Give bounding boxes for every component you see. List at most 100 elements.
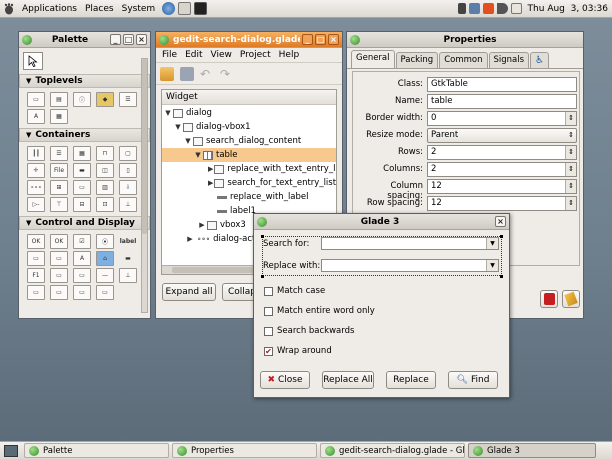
menu-edit[interactable]: Edit <box>181 50 206 60</box>
fixed-icon[interactable]: ⊟ <box>73 197 91 212</box>
replace-all-button[interactable]: Replace All <box>322 371 374 389</box>
terminal-launcher-icon[interactable] <box>194 2 208 15</box>
checkbox-box[interactable] <box>264 326 273 336</box>
wrap-around-checkbox[interactable]: ✔ Wrap around <box>264 346 332 356</box>
menu-help[interactable]: Help <box>275 50 304 60</box>
tree-row-replace-label[interactable]: replace_with_label <box>216 190 336 204</box>
search-for-field[interactable]: ▼ <box>321 237 499 250</box>
email-launcher-icon[interactable] <box>178 2 192 15</box>
network-icon[interactable] <box>468 3 480 14</box>
tab-accessibility[interactable]: ♿ <box>530 52 550 68</box>
project-titlebar[interactable]: gedit-search-dialog.glade _ □ × <box>156 32 342 48</box>
section-toplevels[interactable]: ▼ Toplevels <box>19 74 150 88</box>
taskbar-item-palette[interactable]: Palette <box>24 443 169 458</box>
font-dialog-icon[interactable]: A <box>27 109 45 124</box>
section-containers[interactable]: ▼ Containers <box>19 128 150 142</box>
close-button[interactable]: × <box>136 34 147 45</box>
entry-widget-icon[interactable]: ▭ <box>50 251 68 266</box>
dialog-titlebar[interactable]: Glade 3 × <box>254 214 509 230</box>
check-button-icon[interactable]: ☑ <box>73 234 91 249</box>
vbox-icon[interactable]: ☰ <box>50 146 68 161</box>
open-folder-icon[interactable] <box>160 66 174 81</box>
label-alt-icon[interactable]: ▬ <box>119 251 137 266</box>
window-widget-icon[interactable]: ▭ <box>27 92 45 107</box>
taskbar-item-editor[interactable]: gedit-search-dialog.glade - Gla... <box>320 443 465 458</box>
taskbar-item-glade3[interactable]: Glade 3 <box>468 443 596 458</box>
image-widget-icon[interactable]: ⌂ <box>96 251 114 266</box>
close-button[interactable]: × <box>328 34 339 45</box>
expander-alt-icon[interactable]: ⊥ <box>119 197 137 212</box>
update-notifier-icon[interactable] <box>482 3 494 14</box>
palette-titlebar[interactable]: Palette _ □ × <box>19 32 150 48</box>
rows-spinner[interactable]: 2 <box>427 145 577 160</box>
show-desktop-icon[interactable] <box>4 444 18 457</box>
section-control-display[interactable]: ▼ Control and Display <box>19 216 150 230</box>
text-view-icon[interactable]: A <box>73 251 91 266</box>
color-dialog-icon[interactable]: ▦ <box>50 109 68 124</box>
hbox-icon[interactable]: ┃┃ <box>27 146 45 161</box>
redo-icon[interactable]: ↷ <box>220 67 234 81</box>
hscrollbar-icon[interactable]: ▭ <box>27 285 45 300</box>
checkbox-box[interactable]: ✔ <box>264 346 273 356</box>
checkbox-box[interactable] <box>264 286 273 296</box>
button-box-icon[interactable]: ∘∘∘ <box>27 180 45 195</box>
menu-view[interactable]: View <box>207 50 236 60</box>
maximize-button[interactable]: □ <box>123 34 134 45</box>
label-widget-icon[interactable]: label <box>119 234 137 249</box>
toggle-button-icon[interactable]: OK <box>50 234 68 249</box>
replace-with-field[interactable]: ▼ <box>321 259 499 272</box>
hpaned-icon[interactable]: ✛ <box>27 163 45 178</box>
dropdown-arrow-icon[interactable]: ▼ <box>486 260 498 271</box>
match-entire-word-checkbox[interactable]: Match entire word only <box>264 306 375 316</box>
spin-button-icon[interactable]: ▭ <box>27 251 45 266</box>
find-button[interactable]: 🔍︎ Find <box>448 371 498 389</box>
scrollbar-thumb[interactable] <box>142 59 147 234</box>
system-menu[interactable]: System <box>118 4 160 14</box>
tab-packing[interactable]: Packing <box>395 52 439 68</box>
aspect-frame-icon[interactable]: ⊡ <box>96 197 114 212</box>
button-widget-icon[interactable]: OK <box>27 234 45 249</box>
dropdown-arrow-icon[interactable]: ▼ <box>486 238 498 249</box>
layout-icon[interactable]: ⊤ <box>50 197 68 212</box>
statusbar-icon[interactable]: ▭ <box>73 285 91 300</box>
close-button[interactable]: × <box>495 216 506 227</box>
event-box-icon[interactable]: ▥ <box>96 180 114 195</box>
combo-box-icon[interactable]: ▭ <box>73 268 91 283</box>
search-backwards-checkbox[interactable]: Search backwards <box>264 326 354 336</box>
save-icon[interactable] <box>180 66 194 81</box>
viewport-icon[interactable]: ▷- <box>27 197 45 212</box>
border-width-spinner[interactable]: 0 <box>427 111 577 126</box>
undo-icon[interactable]: ↶ <box>200 67 214 81</box>
tree-row-search-dialog-content[interactable]: ▼ search_dialog_content <box>184 134 336 148</box>
tree-row-search-list[interactable]: ▶ search_for_text_entry_list <box>208 176 336 190</box>
clear-button[interactable] <box>562 290 580 308</box>
selector-tool[interactable] <box>23 52 43 70</box>
mail-status-icon[interactable] <box>510 3 522 14</box>
palette-scrollbar[interactable] <box>141 58 148 313</box>
progress-bar-icon[interactable]: ▭ <box>50 268 68 283</box>
expander-icon[interactable]: ▭ <box>73 180 91 195</box>
table-icon[interactable]: ▦ <box>73 146 91 161</box>
name-field[interactable]: table <box>427 94 577 109</box>
properties-titlebar[interactable]: Properties <box>347 32 583 48</box>
handle-box-icon[interactable]: ▯ <box>119 163 137 178</box>
maximize-button[interactable]: □ <box>315 34 326 45</box>
menubar-icon[interactable]: File <box>50 163 68 178</box>
ruler-icon[interactable]: ▭ <box>96 285 114 300</box>
tree-row-replace-list[interactable]: ▶ replace_with_text_entry_list <box>208 162 336 176</box>
vscrollbar-icon[interactable]: ▭ <box>50 285 68 300</box>
menu-project[interactable]: Project <box>236 50 275 60</box>
replace-button[interactable]: Replace <box>386 371 436 389</box>
accel-label-icon[interactable]: F1 <box>27 268 45 283</box>
tree-row-dialog[interactable]: ▼ dialog <box>164 106 336 120</box>
tab-general[interactable]: General <box>351 50 395 68</box>
tab-common[interactable]: Common <box>439 52 488 68</box>
clock[interactable]: Thu Aug 3, 03:36 <box>525 4 608 14</box>
dialog-widget-icon[interactable]: ▤ <box>50 92 68 107</box>
columns-spinner[interactable]: 2 <box>427 162 577 177</box>
battery-icon[interactable] <box>457 3 466 14</box>
row-spacing-spinner[interactable]: 12 <box>427 196 577 211</box>
toolbar-icon[interactable]: ▬ <box>73 163 91 178</box>
vpaned-icon[interactable]: ◫ <box>96 163 114 178</box>
scrolled-window-icon[interactable]: ⇩ <box>119 180 137 195</box>
